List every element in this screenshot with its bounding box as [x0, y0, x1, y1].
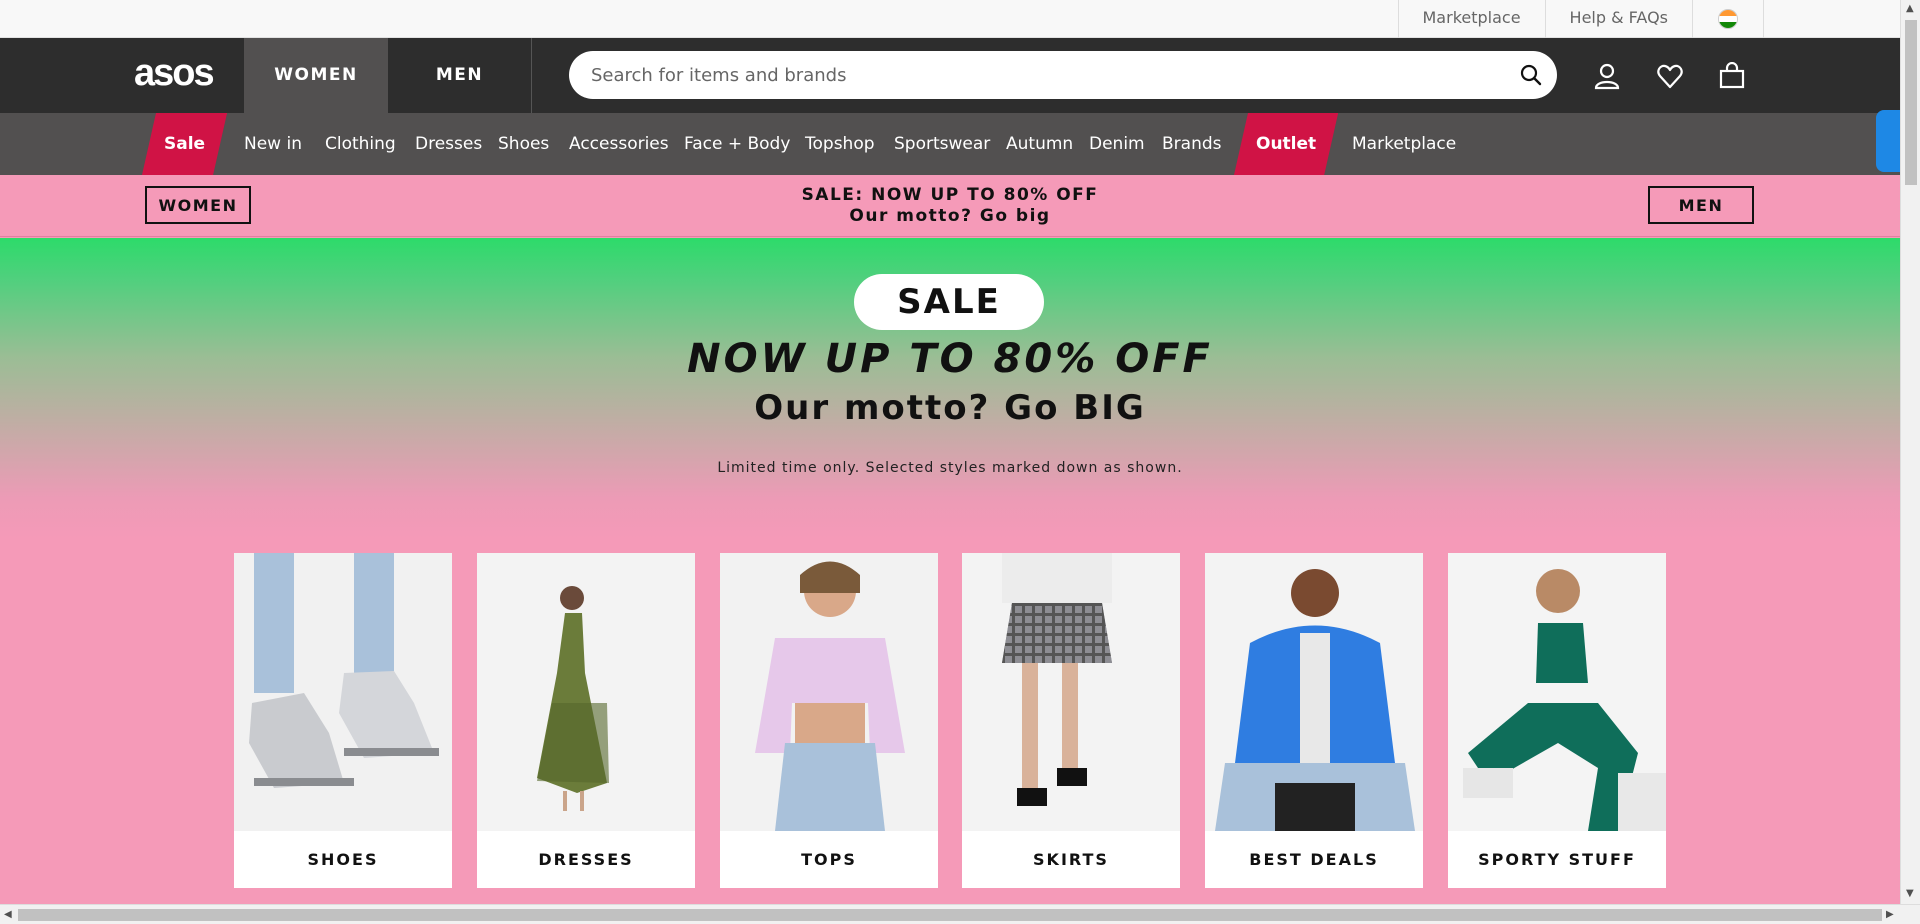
- scroll-down-arrow-icon[interactable]: ▼: [1906, 888, 1914, 899]
- country-selector[interactable]: [1692, 0, 1764, 38]
- scroll-right-arrow-icon[interactable]: ▶: [1886, 909, 1894, 920]
- asos-logo[interactable]: asos: [134, 52, 215, 95]
- tops-image: [720, 553, 938, 831]
- nav-denim[interactable]: Denim: [1089, 113, 1145, 175]
- search-bar: [569, 51, 1557, 99]
- best-deals-image: [1205, 553, 1423, 831]
- nav-face-body[interactable]: Face + Body: [684, 113, 790, 175]
- search-icon[interactable]: [1519, 63, 1543, 87]
- nav-autumn[interactable]: Autumn: [1006, 113, 1073, 175]
- card-label: SHOES: [307, 850, 379, 869]
- card-label: TOPS: [801, 850, 857, 869]
- promo-strip: WOMEN SALE: NOW UP TO 80% OFF Our motto?…: [0, 175, 1900, 237]
- card-label: DRESSES: [538, 850, 634, 869]
- utility-bar: Marketplace Help & FAQs: [0, 0, 1900, 38]
- vertical-scroll-thumb[interactable]: [1905, 20, 1917, 185]
- nav-new-in[interactable]: New in: [244, 113, 302, 175]
- nav-accessories[interactable]: Accessories: [569, 113, 669, 175]
- card-label: BEST DEALS: [1249, 850, 1379, 869]
- promo-line-2[interactable]: Our motto? Go big: [0, 206, 1900, 226]
- account-icon[interactable]: [1593, 62, 1621, 90]
- scroll-up-arrow-icon[interactable]: ▲: [1906, 3, 1914, 14]
- hero-disclaimer: Limited time only. Selected styles marke…: [717, 460, 1183, 476]
- skirts-image: [962, 553, 1180, 831]
- sale-badge: SALE: [854, 274, 1044, 330]
- horizontal-scroll-thumb[interactable]: [18, 909, 1882, 921]
- hero-subheadline: Our motto? Go BIG: [754, 388, 1146, 428]
- nav-marketplace[interactable]: Marketplace: [1352, 113, 1456, 175]
- nav-sale[interactable]: Sale: [142, 113, 227, 175]
- nav-dresses[interactable]: Dresses: [415, 113, 482, 175]
- card-label: SPORTY STUFF: [1478, 850, 1636, 869]
- help-faqs-link[interactable]: Help & FAQs: [1544, 0, 1692, 38]
- promo-line-1[interactable]: SALE: NOW UP TO 80% OFF: [0, 185, 1900, 205]
- horizontal-scrollbar[interactable]: ◀ ▶: [0, 904, 1920, 924]
- nav-shoes[interactable]: Shoes: [498, 113, 549, 175]
- main-header: asos WOMEN MEN: [0, 38, 1900, 113]
- vertical-scrollbar[interactable]: ▲ ▼: [1900, 0, 1920, 904]
- sporty-stuff-image: [1448, 553, 1666, 831]
- tab-men[interactable]: MEN: [388, 38, 532, 113]
- category-nav: Sale New in Clothing Dresses Shoes Acces…: [0, 113, 1900, 175]
- nav-outlet[interactable]: Outlet: [1234, 113, 1338, 175]
- utility-links: Marketplace Help & FAQs: [1397, 0, 1764, 38]
- nav-sportswear[interactable]: Sportswear: [894, 113, 990, 175]
- heart-icon[interactable]: [1656, 62, 1684, 90]
- card-label: SKIRTS: [1033, 850, 1109, 869]
- nav-brands[interactable]: Brands: [1162, 113, 1222, 175]
- shoes-image: [234, 553, 452, 831]
- promo-men-button[interactable]: MEN: [1648, 186, 1754, 224]
- nav-topshop[interactable]: Topshop: [805, 113, 875, 175]
- marketplace-link[interactable]: Marketplace: [1397, 0, 1545, 38]
- search-input[interactable]: [589, 51, 1489, 99]
- dresses-image: [477, 553, 695, 831]
- category-card-dresses[interactable]: DRESSES: [477, 553, 695, 888]
- tab-women[interactable]: WOMEN: [244, 38, 388, 113]
- sale-hero: SALE NOW UP TO 80% OFF Our motto? Go BIG…: [0, 238, 1900, 924]
- category-card-shoes[interactable]: SHOES: [234, 553, 452, 888]
- bag-icon[interactable]: [1718, 61, 1746, 90]
- category-card-skirts[interactable]: SKIRTS: [962, 553, 1180, 888]
- category-card-sporty-stuff[interactable]: SPORTY STUFF: [1448, 553, 1666, 888]
- nav-clothing[interactable]: Clothing: [325, 113, 396, 175]
- hero-headline: NOW UP TO 80% OFF: [687, 336, 1213, 382]
- category-card-best-deals[interactable]: BEST DEALS: [1205, 553, 1423, 888]
- scroll-left-arrow-icon[interactable]: ◀: [4, 909, 12, 920]
- india-flag-icon: [1718, 9, 1738, 29]
- category-card-tops[interactable]: TOPS: [720, 553, 938, 888]
